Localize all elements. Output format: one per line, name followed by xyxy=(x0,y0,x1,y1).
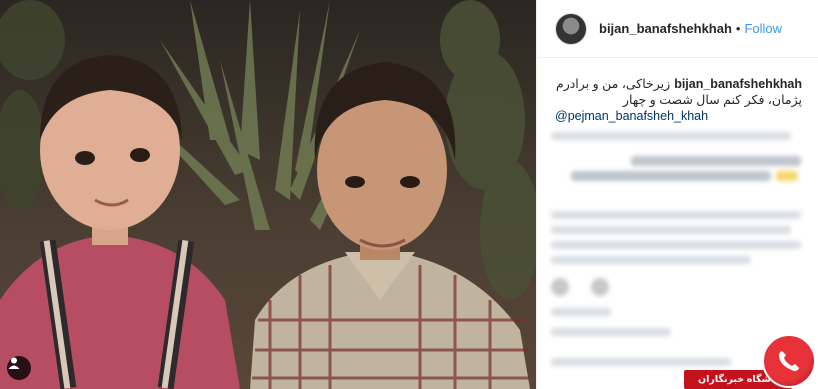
blur-heart-icon xyxy=(551,278,569,296)
caption-username-link[interactable]: bijan_banafshehkhah xyxy=(674,76,802,92)
username-link[interactable]: bijan_banafshehkhah xyxy=(599,21,732,36)
blur-line xyxy=(551,226,791,234)
separator-dot: • xyxy=(735,21,741,36)
blur-line xyxy=(551,241,801,249)
blur-line xyxy=(551,358,731,366)
blur-line xyxy=(551,328,671,336)
blur-line xyxy=(551,308,611,316)
caption-text-line2: پژمان، فکر کنم سال شصت و چهار xyxy=(622,93,802,107)
follow-button[interactable]: Follow xyxy=(744,21,782,36)
blur-comment-icon xyxy=(591,278,609,296)
phone-handset-icon xyxy=(779,351,799,371)
tag-people-button[interactable] xyxy=(7,356,31,380)
blur-line xyxy=(551,256,751,264)
post-photo[interactable] xyxy=(0,0,536,389)
blur-line xyxy=(551,211,801,219)
avatar[interactable] xyxy=(555,12,587,45)
blur-emoji xyxy=(776,171,798,181)
blur-line xyxy=(551,132,791,140)
post-header: bijan_banafshehkhah • Follow xyxy=(537,0,818,58)
caption-mention-link[interactable]: @pejman_banafsheh_khah xyxy=(555,108,802,124)
blur-line xyxy=(631,156,801,166)
photo-illustration xyxy=(0,0,536,389)
post-sidebar: bijan_banafshehkhah • Follow زیرخاکی، من… xyxy=(536,0,818,389)
caption-text-line1: زیرخاکی، من و برادرم xyxy=(555,77,671,91)
blur-line xyxy=(571,171,771,181)
instagram-post: bijan_banafshehkhah • Follow زیرخاکی، من… xyxy=(0,0,818,389)
watermark-logo xyxy=(762,334,816,388)
person-tag-icon xyxy=(8,357,20,369)
post-caption: زیرخاکی، من و برادرم bijan_banafshehkhah… xyxy=(537,58,818,132)
